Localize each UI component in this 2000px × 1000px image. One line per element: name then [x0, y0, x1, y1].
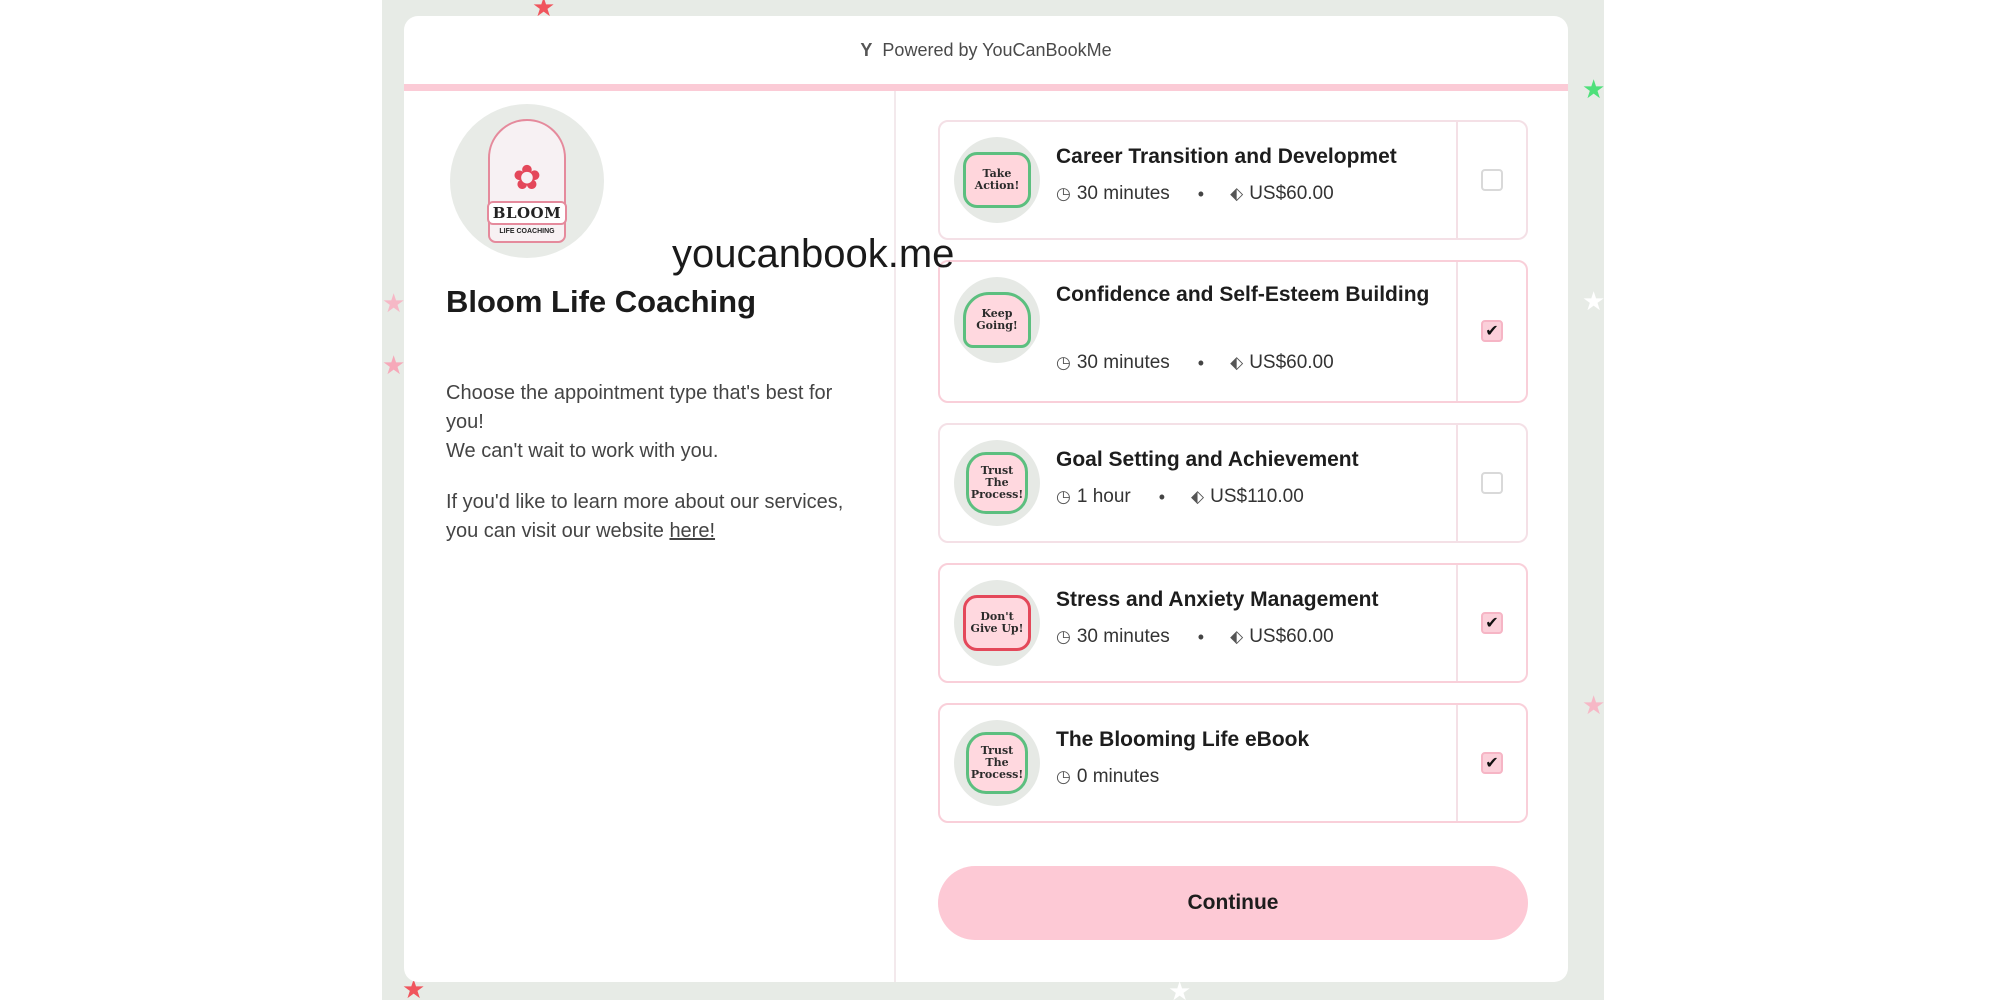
checkbox-column: ✔: [1456, 565, 1526, 681]
clock-icon: ◷: [1056, 627, 1071, 646]
checkbox-column: [1456, 122, 1526, 238]
watermark-text: youcanbook.me: [672, 232, 955, 276]
booking-card: Y Powered by YouCanBookMe ✿ BLOOM LIFE C…: [404, 16, 1568, 982]
star-decoration: ★: [382, 350, 406, 380]
service-option[interactable]: Keep Going! Confidence and Self-Esteem B…: [938, 260, 1528, 403]
service-checkbox-checked[interactable]: ✔: [1481, 320, 1503, 342]
service-sticker-icon: Take Action!: [954, 137, 1040, 223]
price-tag-icon: ⬖: [1230, 184, 1244, 203]
sticker-text: Trust The Process!: [966, 452, 1028, 514]
service-price: US$60.00: [1249, 352, 1334, 373]
service-option[interactable]: Don't Give Up! Stress and Anxiety Manage…: [938, 563, 1528, 683]
service-meta: ◷ 30 minutes • ⬖ US$60.00: [1056, 352, 1334, 374]
service-checkbox[interactable]: [1481, 472, 1503, 494]
service-duration: 30 minutes: [1076, 352, 1170, 373]
sticker-text: Take Action!: [963, 152, 1031, 208]
sticker-text: Trust The Process!: [966, 732, 1028, 794]
star-decoration: ★: [382, 288, 406, 318]
service-title: Confidence and Self-Esteem Building: [1056, 283, 1430, 306]
service-option[interactable]: Take Action! Career Transition and Devel…: [938, 120, 1528, 240]
star-decoration: ★: [1582, 690, 1604, 720]
checkbox-column: [1456, 425, 1526, 541]
flower-icon: ✿: [512, 159, 542, 197]
checkbox-column: ✔: [1456, 262, 1526, 401]
logo-word: BLOOM: [486, 201, 568, 225]
service-duration: 1 hour: [1076, 486, 1131, 507]
business-name: Bloom Life Coaching: [446, 284, 756, 319]
accent-divider: [404, 84, 1568, 91]
service-price: US$60.00: [1249, 626, 1334, 647]
sticker-text: Keep Going!: [963, 292, 1031, 348]
price-tag-icon: ⬖: [1191, 487, 1205, 506]
service-checkbox-checked[interactable]: ✔: [1481, 752, 1503, 774]
website-link[interactable]: here!: [669, 520, 715, 542]
logo-arch: ✿ BLOOM LIFE COACHING: [486, 119, 568, 243]
service-checkbox[interactable]: [1481, 169, 1503, 191]
service-sticker-icon: Trust The Process!: [954, 720, 1040, 806]
service-option[interactable]: Trust The Process! The Blooming Life eBo…: [938, 703, 1528, 823]
business-logo: ✿ BLOOM LIFE COACHING: [450, 104, 604, 258]
learn-more-text: If you'd like to learn more about our se…: [446, 491, 844, 542]
service-duration: 0 minutes: [1076, 766, 1160, 787]
service-checkbox-checked[interactable]: ✔: [1481, 612, 1503, 634]
service-price: US$60.00: [1249, 183, 1334, 204]
service-sticker-icon: Trust The Process!: [954, 440, 1040, 526]
sticker-text: Don't Give Up!: [963, 595, 1031, 651]
star-decoration: ★: [1582, 74, 1604, 104]
price-tag-icon: ⬖: [1230, 627, 1244, 646]
service-title: Career Transition and Developmet: [1056, 145, 1397, 168]
service-sticker-icon: Don't Give Up!: [954, 580, 1040, 666]
description-line2: We can't wait to work with you.: [446, 440, 719, 462]
column-divider: [894, 91, 896, 982]
service-duration: 30 minutes: [1076, 183, 1170, 204]
service-sticker-icon: Keep Going!: [954, 277, 1040, 363]
service-meta: ◷ 0 minutes: [1056, 766, 1159, 788]
ycbm-logo-icon: Y: [860, 39, 873, 60]
star-decoration: ★: [1582, 286, 1604, 316]
separator-dot: •: [1158, 486, 1166, 507]
service-title: Stress and Anxiety Management: [1056, 588, 1379, 611]
checkbox-column: ✔: [1456, 705, 1526, 821]
separator-dot: •: [1197, 626, 1205, 647]
powered-by-bar: Y Powered by YouCanBookMe: [404, 16, 1568, 84]
clock-icon: ◷: [1056, 353, 1071, 372]
separator-dot: •: [1197, 352, 1205, 373]
price-tag-icon: ⬖: [1230, 353, 1244, 372]
service-price: US$110.00: [1210, 486, 1304, 507]
powered-by-text: Powered by YouCanBookMe: [882, 39, 1112, 60]
service-title: Goal Setting and Achievement: [1056, 448, 1359, 471]
separator-dot: •: [1197, 183, 1205, 204]
clock-icon: ◷: [1056, 487, 1071, 506]
service-title: The Blooming Life eBook: [1056, 728, 1310, 751]
logo-subtitle: LIFE COACHING: [499, 228, 555, 235]
description-line1: Choose the appointment type that's best …: [446, 382, 833, 433]
service-meta: ◷ 30 minutes • ⬖ US$60.00: [1056, 183, 1334, 205]
clock-icon: ◷: [1056, 767, 1071, 786]
service-option[interactable]: Trust The Process! Goal Setting and Achi…: [938, 423, 1528, 543]
service-duration: 30 minutes: [1076, 626, 1170, 647]
clock-icon: ◷: [1056, 184, 1071, 203]
service-meta: ◷ 1 hour • ⬖ US$110.00: [1056, 486, 1304, 508]
service-meta: ◷ 30 minutes • ⬖ US$60.00: [1056, 626, 1334, 648]
continue-button[interactable]: Continue: [938, 866, 1528, 940]
business-description: Choose the appointment type that's best …: [446, 379, 866, 568]
